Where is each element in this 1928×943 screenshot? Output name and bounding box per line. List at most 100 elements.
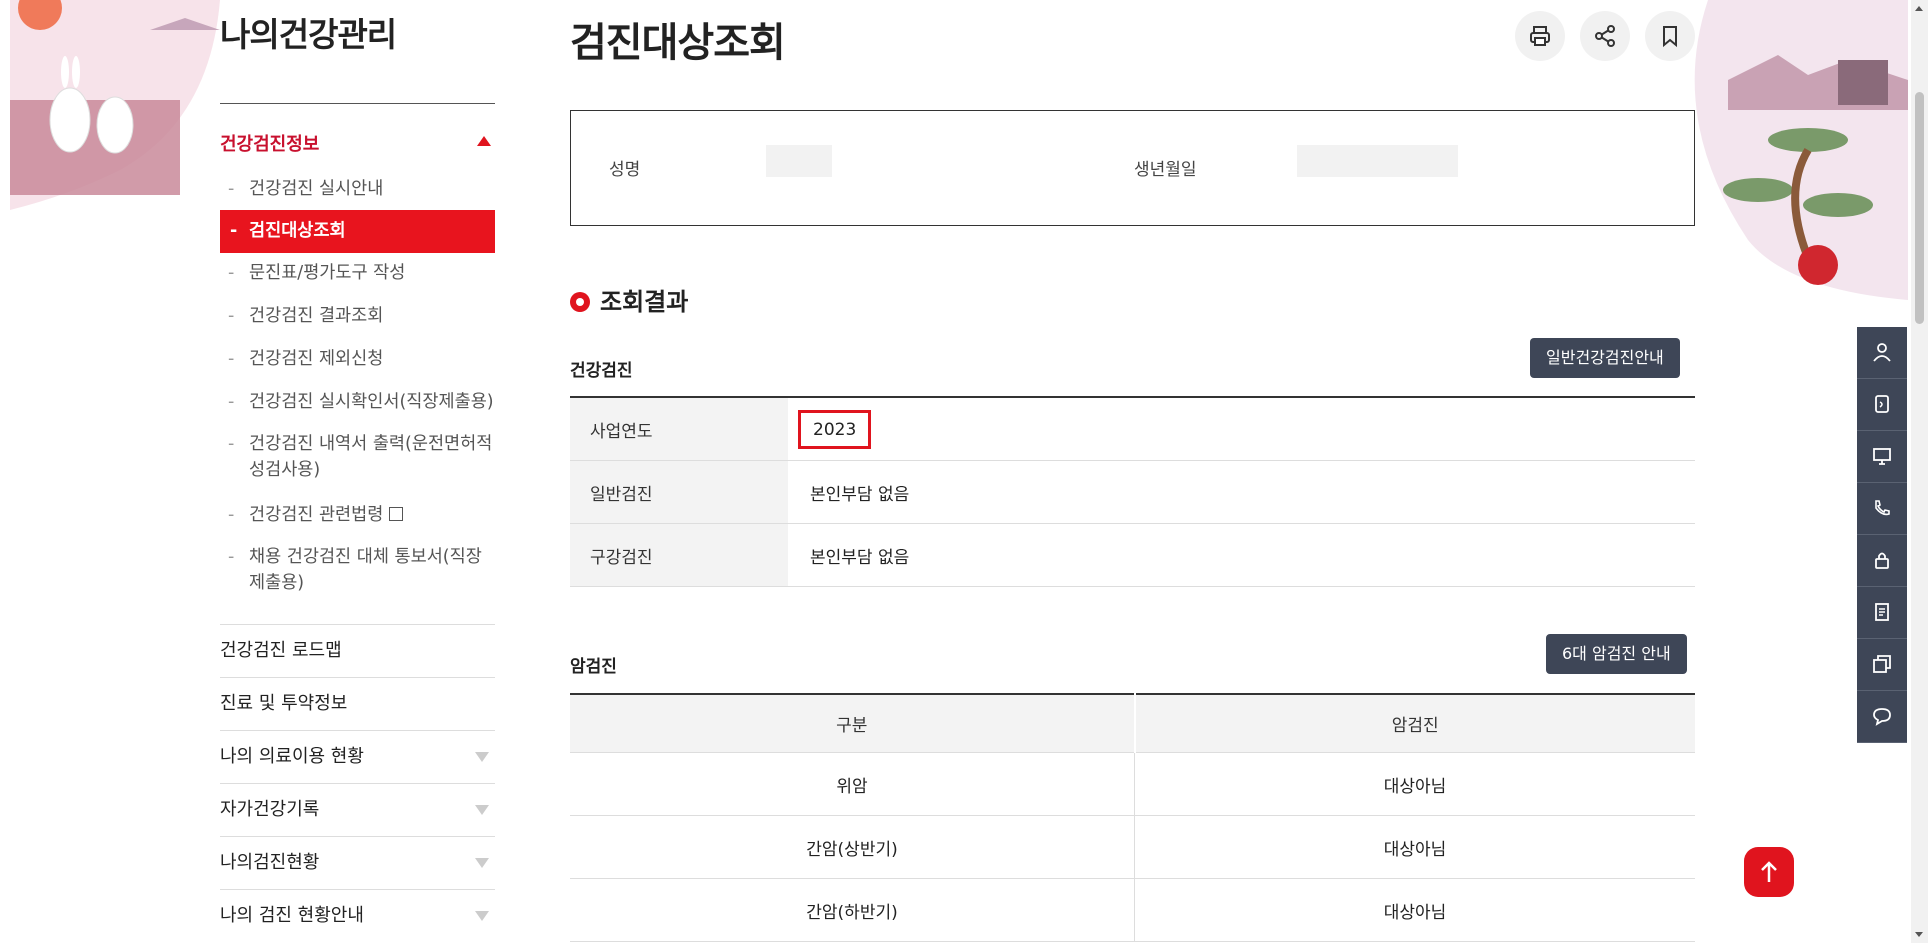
sidebar-item-related-law[interactable]: - 건강검진 관련법령 bbox=[220, 502, 495, 528]
sidebar-item-questionnaire[interactable]: - 문진표/평가도구 작성 bbox=[220, 260, 495, 286]
quick-menu-phone[interactable] bbox=[1857, 483, 1907, 535]
sidebar-item-certificate[interactable]: - 건강검진 실시확인서(직장제출용) bbox=[220, 389, 495, 415]
table-cell: 본인부담 없음 bbox=[788, 523, 1695, 587]
scroll-to-top-button[interactable] bbox=[1744, 847, 1794, 897]
table-cell: 2023 bbox=[788, 397, 1695, 461]
quick-menu-chat[interactable] bbox=[1857, 691, 1907, 743]
business-year-value: 2023 bbox=[798, 409, 872, 449]
table-header-row: 구분 암검진 bbox=[570, 694, 1695, 753]
mobile-icon bbox=[1875, 395, 1889, 413]
scroll-down-arrow-icon[interactable] bbox=[1915, 932, 1923, 937]
sidebar-menu-label: 나의검진현황 bbox=[220, 852, 320, 873]
sidebar-section-health-checkup[interactable]: 건강검진정보 bbox=[220, 130, 495, 156]
sidebar-menu-medical-usage[interactable]: 나의 의료이용 현황 bbox=[220, 730, 495, 783]
quick-menu-mobile[interactable] bbox=[1857, 379, 1907, 431]
chevron-down-icon bbox=[475, 805, 489, 815]
sidebar-title: 나의건강관리 bbox=[220, 15, 397, 54]
cancer-checkup-subheading: 암검진 bbox=[570, 657, 617, 677]
sidebar-menu-label: 자가건강기록 bbox=[220, 799, 320, 820]
quick-menu-windows[interactable] bbox=[1857, 639, 1907, 691]
table-row: 일반검진 본인부담 없음 bbox=[570, 460, 1695, 524]
sidebar-item-history-print[interactable]: - 건강검진 내역서 출력(운전면허적성검사용) bbox=[220, 431, 495, 483]
birth-value-redacted bbox=[1297, 145, 1458, 177]
sidebar-item-exclusion-request[interactable]: - 건강검진 제외신청 bbox=[220, 346, 495, 372]
collapse-triangle-icon bbox=[477, 136, 491, 146]
dash-icon: - bbox=[230, 221, 238, 241]
speech-bubble-icon bbox=[570, 292, 590, 312]
health-checkup-table: 사업연도 2023 일반검진 본인부담 없음 구강검진 본인부담 없음 bbox=[570, 396, 1695, 587]
chevron-down-icon bbox=[475, 858, 489, 868]
name-label: 성명 bbox=[609, 160, 641, 180]
decorative-pavilion-pine-illustration bbox=[1694, 0, 1908, 300]
chevron-down-icon bbox=[475, 911, 489, 921]
sidebar-item-label: 건강검진 제외신청 bbox=[249, 349, 384, 369]
chat-icon bbox=[1873, 708, 1891, 726]
sidebar-item-label: 검진대상조회 bbox=[249, 221, 346, 241]
share-button[interactable] bbox=[1580, 11, 1630, 61]
table-cell: 간암(상반기) bbox=[570, 815, 1135, 879]
table-row: 간암(하반기) 대상아님 bbox=[570, 878, 1695, 942]
bookmark-button[interactable] bbox=[1645, 11, 1695, 61]
sidebar-item-label: 건강검진 실시확인서(직장제출용) bbox=[249, 392, 494, 412]
print-icon bbox=[1530, 26, 1550, 46]
arrow-up-icon bbox=[1761, 861, 1777, 882]
sidebar-item-label: 건강검진 실시안내 bbox=[249, 179, 384, 199]
sidebar-item-label: 건강검진 결과조회 bbox=[249, 306, 384, 326]
quick-menu-monitor[interactable] bbox=[1857, 431, 1907, 483]
print-button[interactable] bbox=[1515, 11, 1565, 61]
sidebar-item-checkup-guide[interactable]: - 건강검진 실시안내 bbox=[220, 176, 495, 202]
scrollbar-thumb[interactable] bbox=[1915, 92, 1924, 324]
table-cell: 간암(하반기) bbox=[570, 878, 1135, 942]
sidebar-item-result-lookup[interactable]: - 건강검진 결과조회 bbox=[220, 303, 495, 329]
chevron-down-icon bbox=[475, 752, 489, 762]
sidebar-section-label: 건강검진정보 bbox=[220, 134, 320, 155]
birth-label: 생년월일 bbox=[1134, 160, 1197, 180]
general-checkup-guide-button[interactable]: 일반건강검진안내 bbox=[1530, 338, 1680, 378]
sidebar-menu-self-health-record[interactable]: 자가건강기록 bbox=[220, 783, 495, 836]
scroll-up-arrow-icon[interactable] bbox=[1915, 6, 1923, 11]
sidebar-menu-my-checkup-status[interactable]: 나의검진현황 bbox=[220, 836, 495, 889]
sidebar-item-employment-report[interactable]: - 채용 건강검진 대체 통보서(직장제출용) bbox=[220, 544, 495, 596]
document-icon bbox=[1875, 603, 1889, 621]
share-icon bbox=[1595, 25, 1615, 47]
dash-icon: - bbox=[228, 263, 235, 283]
bookmark-icon bbox=[1663, 26, 1677, 48]
sidebar-item-label: 건강검진 내역서 출력(운전면허적성검사용) bbox=[249, 434, 493, 480]
vertical-scrollbar[interactable] bbox=[1911, 0, 1928, 943]
table-header-cell: 암검진 bbox=[1134, 694, 1695, 753]
cancer-checkup-guide-button[interactable]: 6대 암검진 안내 bbox=[1546, 634, 1687, 674]
sidebar-item-target-lookup[interactable]: - 검진대상조회 bbox=[220, 210, 495, 253]
sidebar-item-label: 건강검진 관련법령 bbox=[249, 505, 384, 525]
quick-menu-user[interactable] bbox=[1857, 327, 1907, 379]
lock-icon bbox=[1875, 552, 1889, 569]
personal-info-box: 성명 생년월일 bbox=[570, 110, 1695, 226]
dash-icon: - bbox=[228, 547, 235, 567]
table-header-cell: 사업연도 bbox=[570, 397, 788, 461]
table-cell: 대상아님 bbox=[1134, 752, 1695, 816]
sidebar-menu-label: 진료 및 투약정보 bbox=[220, 693, 348, 714]
user-icon bbox=[1873, 343, 1891, 362]
table-header-cell: 구강검진 bbox=[570, 523, 788, 587]
sidebar-menu-label: 나의 검진 현황안내 bbox=[220, 905, 364, 926]
name-value-redacted bbox=[766, 145, 832, 177]
dash-icon: - bbox=[228, 306, 235, 326]
sidebar-menu-label: 나의 의료이용 현황 bbox=[220, 746, 364, 767]
divider bbox=[220, 103, 495, 104]
dash-icon: - bbox=[228, 505, 235, 525]
table-row: 간암(상반기) 대상아님 bbox=[570, 815, 1695, 879]
sidebar-menu-checkup-status-guide[interactable]: 나의 검진 현황안내 bbox=[220, 889, 495, 942]
sidebar-menu-label: 건강검진 로드맵 bbox=[220, 640, 342, 661]
health-checkup-subheading: 건강검진 bbox=[570, 361, 633, 381]
decorative-moon-rabbit-illustration bbox=[10, 0, 220, 210]
sidebar-menu-treatment-info[interactable]: 진료 및 투약정보 bbox=[220, 677, 495, 730]
sidebar-item-label: 채용 건강검진 대체 통보서(직장제출용) bbox=[249, 547, 482, 593]
table-row: 위암 대상아님 bbox=[570, 752, 1695, 816]
quick-menu-lock[interactable] bbox=[1857, 535, 1907, 587]
sidebar-menu-roadmap[interactable]: 건강검진 로드맵 bbox=[220, 624, 495, 677]
quick-menu-document[interactable] bbox=[1857, 587, 1907, 639]
windows-icon bbox=[1873, 655, 1891, 673]
table-row: 구강검진 본인부담 없음 bbox=[570, 523, 1695, 587]
cancer-checkup-table: 구분 암검진 위암 대상아님 간암(상반기) 대상아님 간암(하반기) 대상아님 bbox=[570, 693, 1695, 942]
table-cell: 대상아님 bbox=[1134, 815, 1695, 879]
dash-icon: - bbox=[228, 349, 235, 369]
